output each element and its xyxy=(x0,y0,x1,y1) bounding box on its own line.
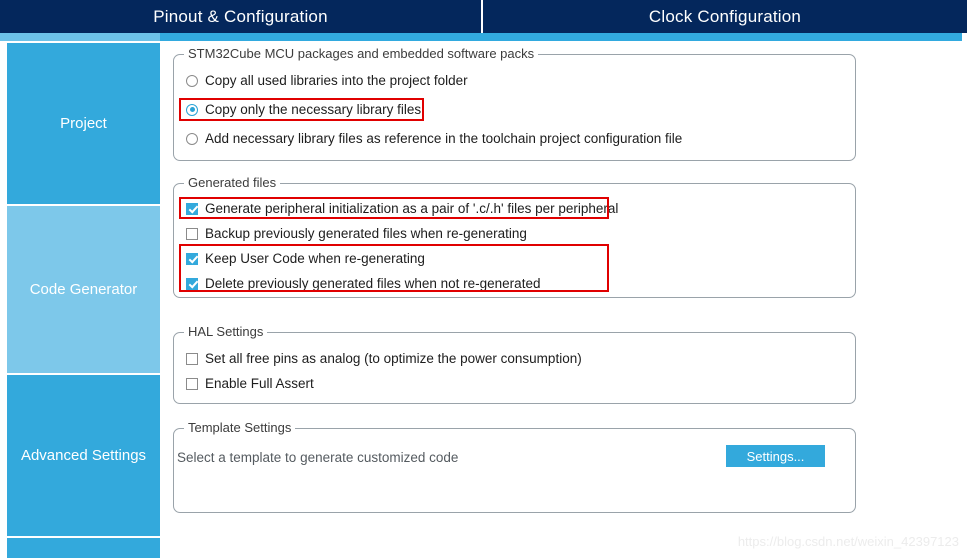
checkbox-generate-peripheral-init-label: Generate peripheral initialization as a … xyxy=(205,201,619,216)
radio-copy-all-libraries[interactable]: Copy all used libraries into the project… xyxy=(186,74,468,88)
group-stm32cube-packages-legend: STM32Cube MCU packages and embedded soft… xyxy=(184,46,539,61)
group-generated-files-legend: Generated files xyxy=(184,175,281,190)
sidebar-item-project[interactable]: Project xyxy=(7,41,160,204)
checkbox-icon-checked xyxy=(186,252,198,265)
checkbox-delete-previously-generated[interactable]: Delete previously generated files when n… xyxy=(186,277,540,291)
watermark-text: https://blog.csdn.net/weixin_42397123 xyxy=(737,534,959,549)
accent-strip-active-segment xyxy=(0,33,160,41)
sidebar-item-advanced-settings-label: Advanced Settings xyxy=(20,447,147,464)
group-template-settings-legend: Template Settings xyxy=(184,420,296,435)
tab-clock-configuration[interactable]: Clock Configuration xyxy=(483,0,967,33)
radio-icon-unselected xyxy=(186,132,198,145)
sidebar-item-advanced-settings[interactable]: Advanced Settings xyxy=(7,373,160,536)
checkbox-icon-unchecked xyxy=(186,377,198,390)
checkbox-generate-peripheral-init[interactable]: Generate peripheral initialization as a … xyxy=(186,202,618,216)
radio-copy-only-necessary[interactable]: Copy only the necessary library files xyxy=(186,103,421,117)
tab-pinout-label: Pinout & Configuration xyxy=(153,6,328,26)
template-settings-button[interactable]: Settings... xyxy=(726,445,825,467)
checkbox-set-free-pins-analog-label: Set all free pins as analog (to optimize… xyxy=(205,351,582,366)
checkbox-delete-previously-generated-label: Delete previously generated files when n… xyxy=(205,276,541,291)
checkbox-backup-previously-generated-label: Backup previously generated files when r… xyxy=(205,226,527,241)
checkbox-icon-unchecked xyxy=(186,352,198,365)
tab-clock-label: Clock Configuration xyxy=(648,6,802,26)
sidebar-item-code-generator[interactable]: Code Generator xyxy=(7,204,160,373)
checkbox-icon-checked xyxy=(186,277,198,290)
sidebar-item-project-label: Project xyxy=(60,115,107,132)
template-settings-button-label: Settings... xyxy=(746,448,805,464)
top-tab-bar: Pinout & Configuration Clock Configurati… xyxy=(0,0,967,33)
sidebar: Project Code Generator Advanced Settings xyxy=(0,41,160,558)
radio-copy-only-necessary-label: Copy only the necessary library files xyxy=(205,102,422,117)
template-settings-description: Select a template to generate customized… xyxy=(177,450,459,465)
checkbox-icon-checked xyxy=(186,202,198,215)
radio-icon-unselected xyxy=(186,74,198,87)
checkbox-icon-unchecked xyxy=(186,227,198,240)
radio-add-as-reference-label: Add necessary library files as reference… xyxy=(205,131,683,146)
accent-strip-edge xyxy=(962,33,967,41)
sidebar-item-code-generator-label: Code Generator xyxy=(29,281,138,298)
group-hal-settings-legend: HAL Settings xyxy=(184,324,268,339)
checkbox-backup-previously-generated[interactable]: Backup previously generated files when r… xyxy=(186,227,527,241)
main-content: STM32Cube MCU packages and embedded soft… xyxy=(160,41,967,558)
checkbox-keep-user-code-label: Keep User Code when re-generating xyxy=(205,251,425,266)
group-hal-settings: HAL Settings xyxy=(173,324,856,404)
sidebar-item-filler xyxy=(7,536,160,558)
checkbox-enable-full-assert[interactable]: Enable Full Assert xyxy=(186,377,314,391)
tab-pinout-configuration[interactable]: Pinout & Configuration xyxy=(0,0,483,33)
group-template-settings: Template Settings xyxy=(173,420,856,513)
radio-icon-selected xyxy=(186,103,198,116)
checkbox-set-free-pins-analog[interactable]: Set all free pins as analog (to optimize… xyxy=(186,352,582,366)
checkbox-keep-user-code[interactable]: Keep User Code when re-generating xyxy=(186,252,425,266)
checkbox-enable-full-assert-label: Enable Full Assert xyxy=(205,376,314,391)
radio-copy-all-libraries-label: Copy all used libraries into the project… xyxy=(205,73,468,88)
radio-add-as-reference[interactable]: Add necessary library files as reference… xyxy=(186,132,682,146)
